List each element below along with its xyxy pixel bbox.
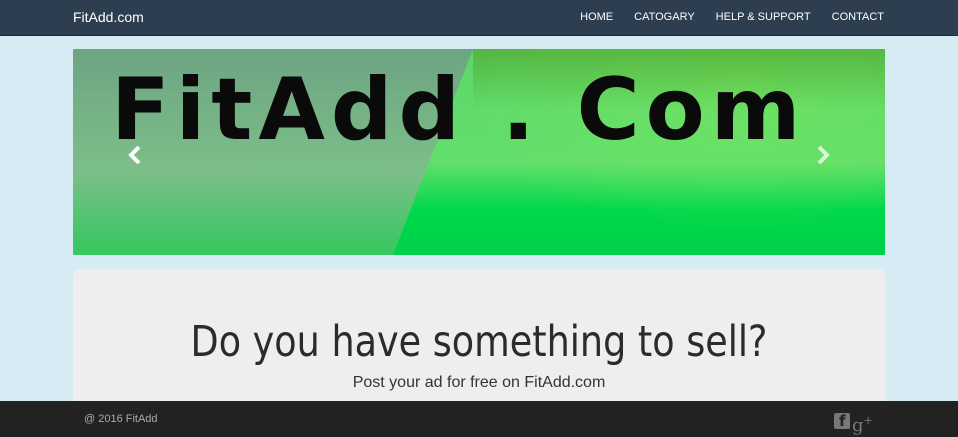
nav-home-link[interactable]: HOME [580,11,613,23]
nav-category-link[interactable]: CATOGARY [634,11,695,23]
carousel-prev-button[interactable] [125,144,147,166]
chevron-left-icon [128,145,141,165]
chevron-right-icon [817,145,830,165]
nav-menu: HOME CATOGARY HELP & SUPPORT CONTACT [559,11,884,23]
nav-contact-link[interactable]: CONTACT [832,11,884,23]
google-plus-icon[interactable]: g+ [852,412,874,435]
facebook-icon[interactable]: f [834,412,850,430]
social-links: f g+ [834,412,874,435]
brand-link[interactable]: FitAdd.com [73,9,144,25]
promo-subheading: Post your ad for free on FitAdd.com [352,374,606,391]
slide-banner-text: FitAdd . Com [111,60,807,160]
footer: @ 2016 FitAdd f g+ [0,401,958,437]
navbar: FitAdd.com HOME CATOGARY HELP & SUPPORT … [0,0,958,36]
nav-help-support-link[interactable]: HELP & SUPPORT [716,11,811,23]
carousel-next-button[interactable] [811,144,833,166]
image-carousel: FitAdd . Com [73,49,885,255]
promo-heading: Do you have something to sell? [190,317,768,367]
sell-promo-panel: Do you have something to sell? Post your… [73,269,885,409]
copyright-text: @ 2016 FitAdd [84,413,158,425]
